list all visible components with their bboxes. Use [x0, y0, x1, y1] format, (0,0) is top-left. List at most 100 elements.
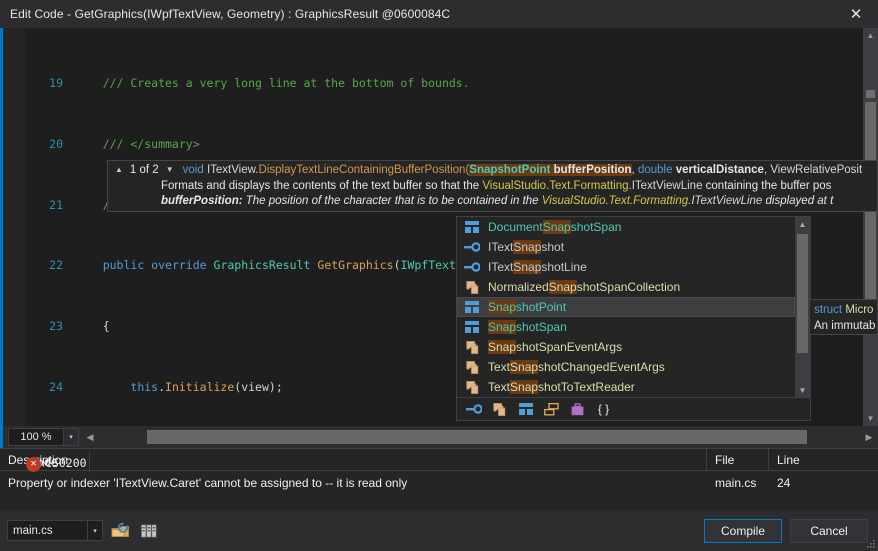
list-item-label: SnapshotPoint: [488, 300, 566, 314]
code-line: 19 /// Creates a very long line at the b…: [25, 76, 878, 91]
error-list: Code Description File Line ✕ CS0200 Prop…: [0, 448, 878, 510]
scroll-left-icon[interactable]: ◀: [83, 428, 97, 446]
open-file-icon[interactable]: [108, 519, 132, 543]
list-item-label: TextSnapshotToTextReader: [488, 380, 635, 394]
dialog-footer: main.cs ▾ Com: [0, 510, 878, 551]
signature-param-doc-namespace: VisualStudio.Text.Formatting.: [542, 195, 692, 207]
line-number: 22: [25, 258, 63, 273]
line-number: 21: [25, 198, 63, 213]
filter-structs-icon[interactable]: [517, 401, 534, 417]
completion-filter-bar[interactable]: { }: [457, 397, 810, 420]
intellisense-completion-popup[interactable]: DocumentSnapshotSpan ITextSnapshot IText…: [456, 216, 811, 421]
label-post: shotPoint: [516, 300, 566, 314]
error-line: 24: [769, 471, 810, 495]
signature-desc-pre: Formats and displays the contents of the…: [161, 180, 482, 192]
list-item[interactable]: TextSnapshotChangedEventArgs: [457, 357, 810, 377]
filter-interfaces-icon[interactable]: [465, 401, 482, 417]
horizontal-scroll-track[interactable]: [97, 430, 862, 444]
quick-info-keyword: struct: [814, 304, 845, 316]
signature-help-popup: ▲ 1 of 2 ▼ void ITextView.DisplayTextLin…: [107, 160, 878, 212]
label-match: Snap: [488, 340, 516, 354]
signature-param3-type: ViewRelativePosit: [770, 164, 862, 176]
label-pre: Document: [488, 220, 543, 234]
edit-code-dialog: Edit Code - GetGraphics(IWpfTextView, Ge…: [0, 0, 878, 551]
file-select[interactable]: main.cs ▾: [7, 520, 103, 541]
resize-grip-icon[interactable]: [866, 539, 876, 549]
label-post: shotLine: [541, 260, 586, 274]
label-post: shotSpan: [516, 320, 567, 334]
struct-icon: [462, 219, 482, 235]
quick-info-description: An immutab: [814, 318, 873, 334]
signature-param-doc-pre: The position of the character that is to…: [243, 195, 542, 207]
list-item-label: SnapshotSpanEventArgs: [488, 340, 622, 354]
list-item[interactable]: SnapshotSpanEventArgs: [457, 337, 810, 357]
list-item[interactable]: SnapshotSpan: [457, 317, 810, 337]
filter-enums-icon[interactable]: [543, 401, 560, 417]
filter-namespaces-icon[interactable]: [569, 401, 586, 417]
label-pre: IText: [488, 260, 513, 274]
compile-button[interactable]: Compile: [704, 519, 782, 543]
signature-method: DisplayTextLineContainingBufferPosition: [259, 164, 466, 176]
signature-desc-namespace: VisualStudio.Text.Formatting.: [482, 180, 631, 192]
list-item[interactable]: TextSnapshotToTextReader: [457, 377, 810, 397]
column-header-file[interactable]: File: [707, 449, 769, 470]
cancel-button[interactable]: Cancel: [790, 519, 868, 543]
scroll-down-icon[interactable]: ▼: [795, 383, 810, 398]
filter-braces-icon[interactable]: { }: [595, 401, 612, 417]
label-match: Snap: [510, 360, 538, 374]
list-item[interactable]: ITextSnapshotLine: [457, 257, 810, 277]
label-match: Snap: [549, 280, 577, 294]
label-match: Snap: [543, 220, 571, 234]
zoom-level[interactable]: 100 %: [8, 428, 64, 446]
scroll-right-icon[interactable]: ▶: [862, 428, 876, 446]
label-post: shotSpanCollection: [577, 280, 680, 294]
column-header-line[interactable]: Line: [769, 449, 810, 470]
struct-icon: [462, 299, 482, 315]
list-item[interactable]: NormalizedSnapshotSpanCollection: [457, 277, 810, 297]
signature-prev-icon[interactable]: ▲: [114, 166, 124, 174]
signature-param-doc-type: ITextViewLine: [691, 195, 762, 207]
editor-horizontal-scrollbar[interactable]: ◀ ▶: [83, 428, 876, 446]
completion-scroll-thumb[interactable]: [797, 234, 808, 353]
chevron-down-icon[interactable]: ▾: [87, 521, 102, 540]
editor-status-bar: 100 % ▾ ◀ ▶: [0, 426, 878, 448]
filter-classes-icon[interactable]: [491, 401, 508, 417]
signature-param-doc: bufferPosition: The position of the char…: [161, 195, 833, 207]
list-item-label: SnapshotSpan: [488, 320, 567, 334]
list-item[interactable]: ITextSnapshot: [457, 237, 810, 257]
signature-param-doc-post: displayed at t: [762, 195, 833, 207]
label-pre: IText: [488, 240, 513, 254]
completion-list[interactable]: DocumentSnapshotSpan ITextSnapshot IText…: [457, 217, 810, 398]
horizontal-scroll-thumb[interactable]: [147, 430, 807, 444]
signature-next-icon[interactable]: ▼: [165, 166, 175, 174]
label-post: shot: [541, 240, 564, 254]
list-item-label: ITextSnapshot: [488, 240, 564, 254]
label-post: shotSpanEventArgs: [516, 340, 622, 354]
list-item-selected[interactable]: SnapshotPoint: [457, 297, 795, 317]
zoom-dropdown-icon[interactable]: ▾: [64, 428, 79, 446]
label-match: Snap: [488, 320, 516, 334]
editor-vertical-scrollbar[interactable]: ▲ ▼: [863, 28, 878, 426]
label-match: Snap: [513, 260, 541, 274]
line-number: 19: [25, 76, 63, 91]
table-row[interactable]: ✕ CS0200 Property or indexer 'ITextView.…: [0, 471, 878, 495]
signature-text: void ITextView.DisplayTextLineContaining…: [183, 164, 863, 176]
references-icon[interactable]: [137, 519, 161, 543]
title-bar: Edit Code - GetGraphics(IWpfTextView, Ge…: [0, 0, 878, 28]
scroll-up-icon[interactable]: ▲: [863, 28, 878, 43]
class-icon: [462, 339, 482, 355]
label-pre: Text: [488, 380, 510, 394]
scroll-up-icon[interactable]: ▲: [795, 217, 810, 232]
error-description: Property or indexer 'ITextView.Caret' ca…: [0, 471, 707, 495]
list-item[interactable]: DocumentSnapshotSpan: [457, 217, 810, 237]
column-header-description[interactable]: Description: [0, 449, 707, 470]
signature-param1-type: SnapshotPoint: [469, 164, 550, 176]
scroll-down-icon[interactable]: ▼: [863, 411, 878, 426]
completion-scrollbar[interactable]: ▲ ▼: [795, 217, 810, 398]
file-select-value: main.cs: [8, 525, 87, 537]
close-icon[interactable]: ✕: [834, 0, 878, 28]
signature-header: ▲ 1 of 2 ▼ void ITextView.DisplayTextLin…: [114, 164, 862, 176]
signature-desc-type: ITextViewLine: [632, 180, 703, 192]
scroll-marker: [866, 90, 875, 98]
signature-desc-post: containing the buffer pos: [702, 180, 831, 192]
